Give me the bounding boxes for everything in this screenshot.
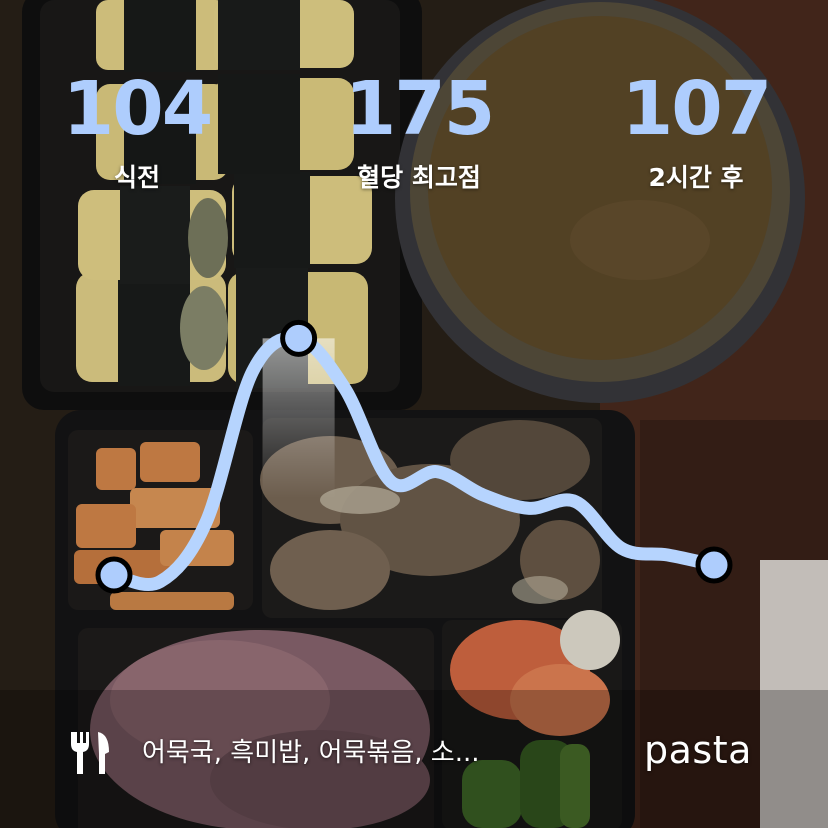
two-hours-after-marker	[695, 546, 733, 584]
meal-description: 어묵국, 흑미밥, 어묵볶음, 소...	[142, 738, 480, 768]
glucose-curve-line	[107, 331, 721, 592]
before-meal-marker	[95, 556, 133, 594]
glucose-share-card: 104 식전 175 혈당 최고점 107 2시간 후 어묵국, 흑미밥, 어묵…	[0, 0, 828, 828]
brand-logo: pasta	[644, 728, 752, 772]
peak-marker	[280, 319, 318, 357]
fork-and-knife-icon	[71, 732, 109, 774]
glucose-curve-chart	[95, 319, 733, 594]
